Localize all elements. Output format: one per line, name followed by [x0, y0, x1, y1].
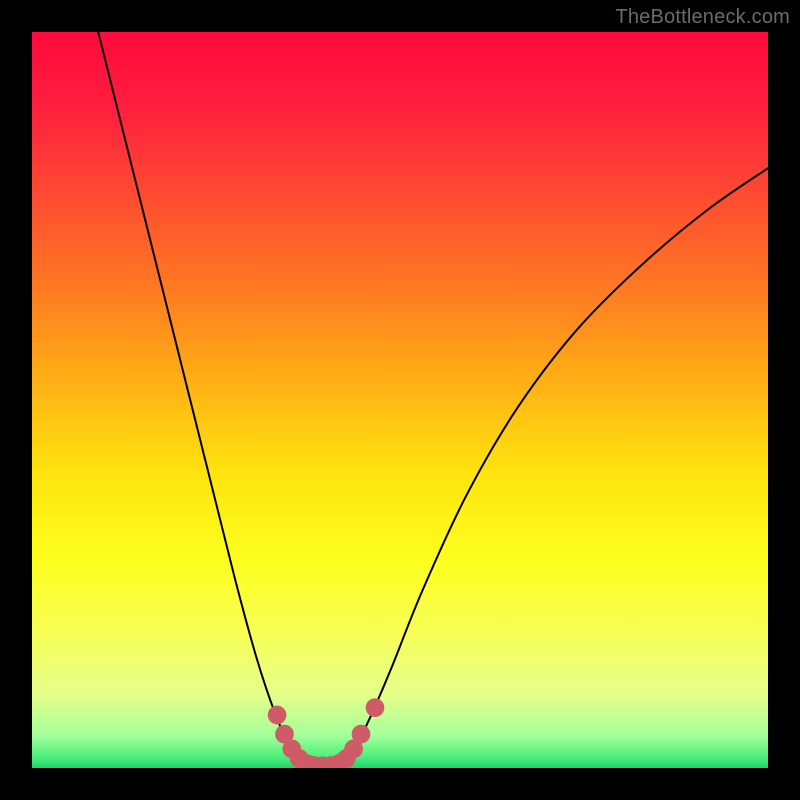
- bottleneck-curve: [32, 32, 768, 768]
- marker-dot: [268, 706, 286, 724]
- plot-area: [32, 32, 768, 768]
- marker-dot: [366, 699, 384, 717]
- watermark-text: TheBottleneck.com: [615, 6, 790, 29]
- chart-frame: TheBottleneck.com: [0, 0, 800, 800]
- marker-dot: [352, 725, 370, 743]
- curve-path: [98, 32, 768, 766]
